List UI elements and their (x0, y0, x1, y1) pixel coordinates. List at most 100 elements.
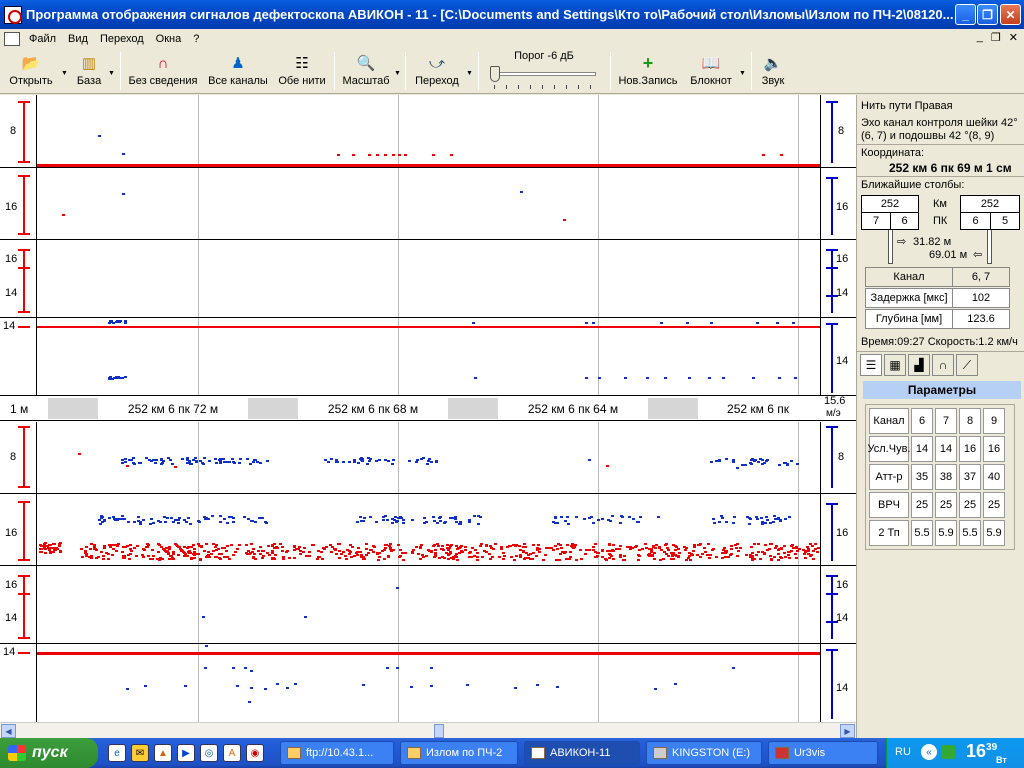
signal-point (747, 522, 751, 525)
slider-track[interactable] (490, 72, 596, 76)
signal-point (141, 554, 145, 557)
signal-point (397, 544, 401, 547)
signal-point (217, 553, 221, 556)
toolbar-separator (405, 52, 406, 90)
task-folder[interactable]: Излом по ПЧ-2 (400, 741, 518, 765)
signal-point (600, 548, 604, 551)
no-reduction-button[interactable]: ∩ Без сведения (127, 50, 199, 92)
frame-right (820, 422, 821, 722)
signal-point (332, 548, 336, 551)
signal-point (273, 543, 277, 546)
new-record-button[interactable]: + Нов.Запись (616, 50, 680, 92)
mdi-restore-icon[interactable]: ❐ (991, 31, 1001, 44)
scale-dropdown-icon[interactable]: ▼ (394, 70, 401, 77)
menu-file[interactable]: Файл (23, 33, 62, 45)
tab-table-icon[interactable]: ▦ (884, 354, 906, 376)
task-ftp[interactable]: ftp://10.43.1... (280, 741, 394, 765)
signal-point (294, 683, 297, 686)
open-button[interactable]: 📂 Открыть (6, 50, 56, 92)
menu-help[interactable]: ? (187, 33, 205, 45)
avast-icon[interactable]: A (223, 744, 241, 762)
signal-point (396, 517, 400, 519)
signal-point (585, 549, 589, 552)
maximize-button[interactable]: ❐ (977, 4, 998, 25)
tray-app-icon[interactable] (941, 745, 955, 759)
goto-dropdown-icon[interactable]: ▼ (466, 70, 473, 77)
start-label: пуск (32, 744, 68, 761)
tab-list-icon[interactable]: ☰ (860, 354, 882, 376)
signal-point (399, 549, 403, 552)
signal-point (513, 544, 517, 547)
base-button[interactable]: ▥ База (74, 50, 104, 92)
scroll-left-icon[interactable]: ◀ (1, 724, 16, 738)
menu-goto[interactable]: Переход (94, 33, 150, 45)
signal-point (748, 462, 752, 465)
signal-point (676, 556, 680, 559)
signal-point (814, 547, 818, 550)
signal-point (724, 551, 728, 554)
signal-point (764, 522, 768, 525)
app-icon[interactable]: ◎ (200, 744, 218, 762)
magnifier-icon: 🔍 (356, 55, 376, 72)
notebook-button[interactable]: 📖 Блокнот (686, 50, 736, 92)
media-icon[interactable]: ▶ (177, 744, 195, 762)
strip-separator (37, 167, 820, 168)
ie-icon[interactable]: e (108, 744, 126, 762)
signal-point (174, 465, 177, 468)
tab-chart-icon[interactable]: ▟ (908, 354, 930, 376)
open-dropdown-icon[interactable]: ▼ (61, 70, 68, 77)
horizontal-scrollbar[interactable]: ◀ ▶ (0, 722, 856, 738)
tray-expand-icon[interactable]: « (921, 744, 937, 760)
slider-thumb[interactable] (490, 66, 500, 82)
signal-point (270, 550, 274, 553)
notebook-dropdown-icon[interactable]: ▼ (739, 70, 746, 77)
signal-point (202, 549, 206, 552)
signal-point (89, 557, 93, 560)
task-avicon[interactable]: АВИКОН-11 (524, 741, 640, 765)
signal-point (127, 521, 131, 524)
signal-point (671, 554, 675, 557)
scale-button[interactable]: 🔍 Масштаб (341, 50, 391, 92)
gate-red-axis (23, 175, 25, 235)
all-channels-button[interactable]: ♟ Все каналы (206, 50, 270, 92)
signal-point (106, 558, 110, 561)
language-indicator[interactable]: RU (895, 746, 911, 758)
menu-view[interactable]: Вид (62, 33, 94, 45)
signal-point (232, 667, 235, 669)
scroll-thumb[interactable] (434, 724, 444, 738)
signal-point (816, 546, 820, 549)
task-ur3vis[interactable]: Ur3vis (768, 741, 878, 765)
close-button[interactable]: ✕ (1000, 4, 1021, 25)
shortcut-icon[interactable]: ▲ (154, 744, 172, 762)
signal-point (375, 521, 379, 524)
document-icon[interactable] (4, 31, 20, 46)
scroll-right-icon[interactable]: ▶ (840, 724, 855, 738)
app-icon[interactable] (4, 5, 22, 24)
signal-point (490, 547, 494, 550)
start-button[interactable]: пуск (0, 738, 98, 768)
signal-point (618, 556, 622, 559)
signal-point (81, 556, 85, 559)
goto-button[interactable]: ⤻ Переход (412, 50, 462, 92)
bscan-area[interactable]: 8 16 16 14 14 8 16 16 14 14 8 16 16 14 1… (0, 95, 856, 738)
mdi-minimize-icon[interactable]: _ (977, 31, 983, 44)
task-kingston[interactable]: KINGSTON (E:) (646, 741, 762, 765)
outlook-icon[interactable]: ✉ (131, 744, 149, 762)
mdi-close-icon[interactable]: ✕ (1009, 31, 1018, 44)
tab-headphones-icon[interactable]: ∩ (932, 354, 954, 376)
base-dropdown-icon[interactable]: ▼ (108, 70, 115, 77)
signal-point (287, 556, 291, 559)
signal-point (426, 462, 430, 465)
signal-point (253, 552, 257, 555)
both-rails-button[interactable]: ☷ Обе нити (277, 50, 327, 92)
tab-ruler-icon[interactable]: ⟋ (956, 354, 978, 376)
minimize-button[interactable]: _ (955, 4, 976, 25)
menu-windows[interactable]: Окна (150, 33, 188, 45)
threshold-slider[interactable]: Порог -6 дБ (486, 50, 602, 92)
signal-point (394, 515, 398, 518)
left-post-pk-b: 6 (890, 212, 919, 230)
signal-point (790, 543, 794, 546)
sound-button[interactable]: 🔈 Звук (757, 50, 789, 92)
shortcut-icon[interactable]: ◉ (246, 744, 264, 762)
clock[interactable]: 1639 Вт (966, 741, 1007, 765)
